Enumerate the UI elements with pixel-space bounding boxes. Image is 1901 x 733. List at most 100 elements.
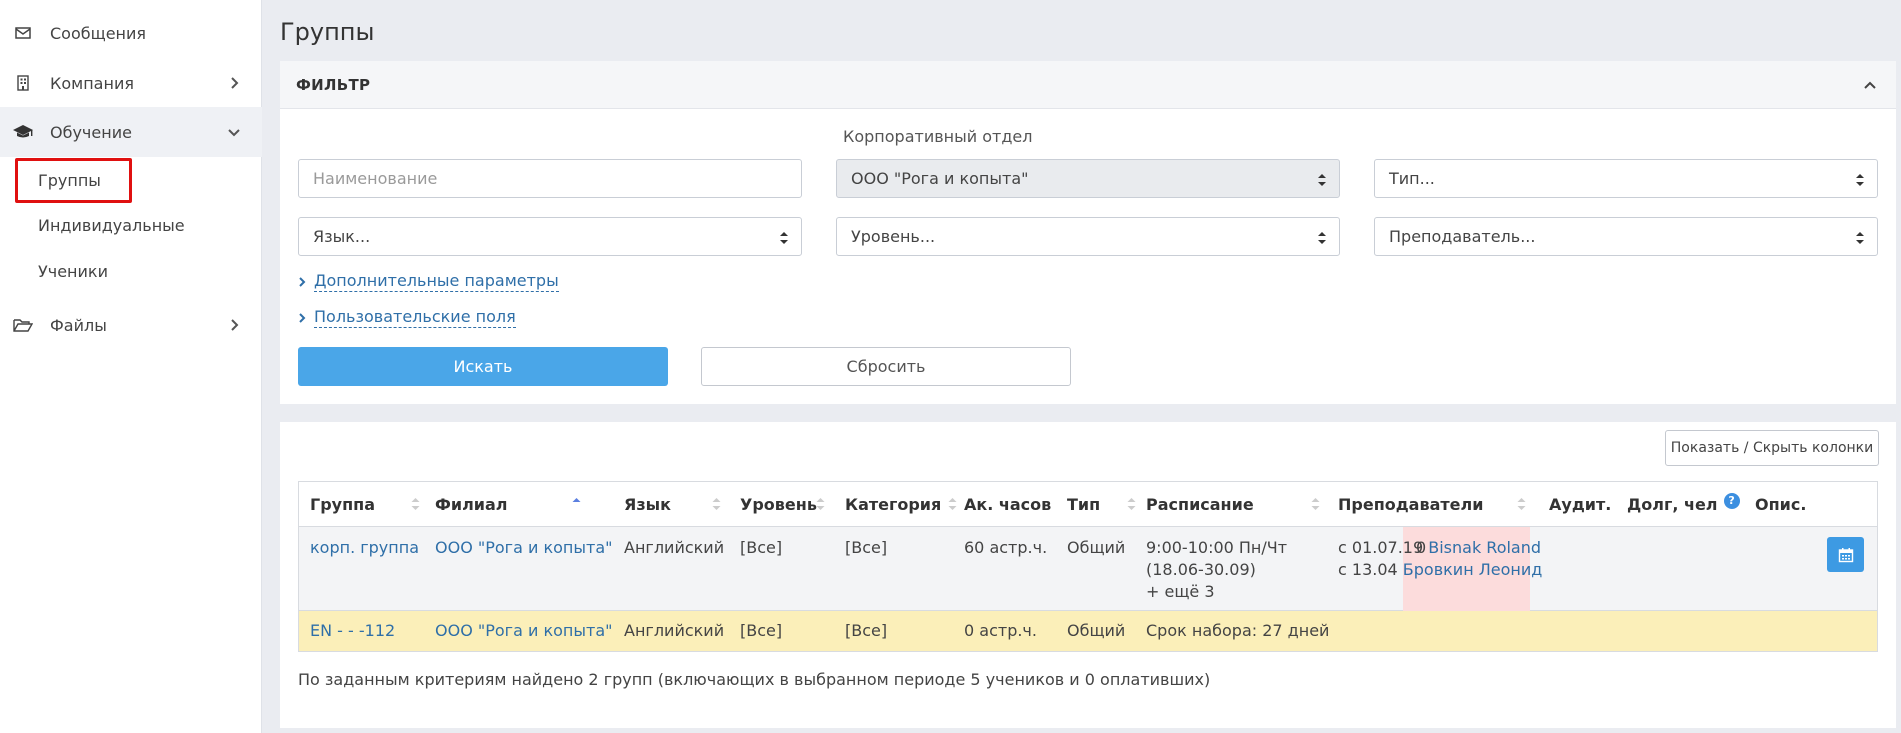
sidebar-item-label: Обучение bbox=[50, 122, 132, 142]
group-link[interactable]: корп. группа bbox=[310, 537, 419, 559]
sidebar-item-label: Компания bbox=[50, 73, 134, 93]
col-header-label: Группа bbox=[310, 495, 375, 514]
select-arrows-icon bbox=[1318, 174, 1326, 186]
dept-select[interactable]: ООО "Рога и копыта" bbox=[836, 159, 1340, 198]
table-header: Группа Филиал Язык Уровень Категория Ак.… bbox=[299, 482, 1877, 527]
language-cell: Английский bbox=[624, 538, 725, 557]
teacher-select[interactable]: Преподаватель... bbox=[1374, 217, 1878, 256]
branch-link[interactable]: ООО "Рога и копыта" bbox=[435, 620, 612, 642]
teacher-date: с 01.07.19 bbox=[1338, 538, 1424, 557]
col-header-label: Язык bbox=[624, 495, 671, 514]
col-header-label: Тип bbox=[1067, 495, 1101, 514]
sidebar-subitem-students[interactable]: Ученики bbox=[38, 262, 108, 281]
category-cell: [Все] bbox=[845, 621, 888, 640]
chevron-right-icon bbox=[231, 77, 239, 89]
group-link[interactable]: EN - - -112 bbox=[310, 620, 395, 642]
name-input[interactable] bbox=[298, 159, 802, 198]
folder-open-icon bbox=[12, 316, 34, 334]
sidebar-item-files[interactable]: Файлы bbox=[0, 300, 262, 350]
sidebar-item-messages[interactable]: Сообщения bbox=[0, 8, 262, 58]
col-header-group[interactable]: Группа bbox=[310, 482, 420, 527]
col-header-label: Категория bbox=[845, 495, 942, 514]
level-select-value: Уровень... bbox=[851, 227, 936, 246]
custom-fields-toggle[interactable]: Пользовательские поля bbox=[298, 307, 516, 328]
col-header-label: Филиал bbox=[435, 495, 508, 514]
chevron-right-icon bbox=[299, 276, 306, 287]
teachers-cell: с 01.07.19 Bisnak Roland с 13.04 Бровкин… bbox=[1338, 537, 1542, 581]
col-header-teachers[interactable]: Преподаватели bbox=[1338, 482, 1526, 527]
chevron-up-icon[interactable] bbox=[1862, 77, 1878, 93]
language-select[interactable]: Язык... bbox=[298, 217, 802, 256]
chevron-right-icon bbox=[231, 319, 239, 331]
sidebar-item-label: Сообщения bbox=[50, 23, 147, 43]
schedule-cell: Срок набора: 27 дней bbox=[1146, 621, 1330, 640]
building-icon bbox=[12, 74, 34, 92]
col-header-schedule[interactable]: Расписание bbox=[1146, 482, 1320, 527]
select-arrows-icon bbox=[1856, 232, 1864, 244]
filter-title: ФИЛЬТР bbox=[296, 75, 371, 94]
branch-link[interactable]: ООО "Рога и копыта" bbox=[435, 537, 612, 559]
col-header-description: Опис. bbox=[1755, 495, 1807, 514]
filter-header[interactable]: ФИЛЬТР bbox=[280, 61, 1896, 109]
col-header-hours: Ак. часов bbox=[964, 495, 1052, 514]
sort-icon bbox=[1517, 498, 1526, 510]
schedule-line: 9:00-10:00 Пн/Чт bbox=[1146, 538, 1288, 557]
schedule-cell: 9:00-10:00 Пн/Чт (18.06-30.09) + ещё 3 bbox=[1146, 537, 1287, 603]
sidebar-subitem-label: Группы bbox=[38, 171, 101, 190]
type-cell: Общий bbox=[1067, 621, 1126, 640]
sort-icon bbox=[712, 498, 721, 510]
col-header-level[interactable]: Уровень bbox=[740, 482, 825, 527]
type-cell: Общий bbox=[1067, 538, 1126, 557]
teacher-link[interactable]: Bisnak Roland bbox=[1428, 538, 1541, 557]
sidebar: Сообщения Компания Обучение Группы Индив… bbox=[0, 0, 262, 733]
table-row: EN - - -112 ООО "Рога и копыта" Английск… bbox=[299, 611, 1877, 651]
teacher-entry: с 01.07.19 Bisnak Roland bbox=[1338, 537, 1542, 559]
custom-fields-label: Пользовательские поля bbox=[314, 307, 516, 328]
debt-value: 0 bbox=[1416, 538, 1427, 557]
sidebar-item-label: Файлы bbox=[50, 315, 107, 335]
extra-params-label: Дополнительные параметры bbox=[314, 271, 559, 292]
search-button[interactable]: Искать bbox=[298, 347, 668, 386]
dept-label: Корпоративный отдел bbox=[843, 127, 1033, 146]
extra-params-toggle[interactable]: Дополнительные параметры bbox=[298, 271, 559, 292]
toggle-columns-button[interactable]: Показать / Скрыть колонки bbox=[1665, 430, 1879, 466]
sidebar-item-company[interactable]: Компания bbox=[0, 58, 262, 108]
col-header-type[interactable]: Тип bbox=[1067, 482, 1136, 527]
sort-asc-icon bbox=[572, 498, 581, 502]
type-select-value: Тип... bbox=[1389, 169, 1435, 188]
calendar-button[interactable] bbox=[1827, 537, 1864, 572]
type-select[interactable]: Тип... bbox=[1374, 159, 1878, 198]
level-cell: [Все] bbox=[740, 538, 783, 557]
col-header-branch[interactable]: Филиал bbox=[435, 482, 581, 527]
sort-icon bbox=[1311, 498, 1320, 510]
col-header-label: Преподаватели bbox=[1338, 495, 1484, 514]
col-header-label: Расписание bbox=[1146, 495, 1254, 514]
col-header-debt: Долг, чел ? bbox=[1627, 482, 1740, 527]
sidebar-subitem-label: Ученики bbox=[38, 262, 108, 281]
chevron-down-icon bbox=[228, 129, 240, 137]
help-icon[interactable]: ? bbox=[1723, 492, 1740, 509]
teacher-entry: с 13.04 Бровкин Леонид bbox=[1338, 559, 1542, 581]
calendar-icon bbox=[1838, 547, 1853, 562]
col-header-category[interactable]: Категория bbox=[845, 482, 957, 527]
sort-icon bbox=[948, 498, 957, 510]
sidebar-subitem-groups[interactable]: Группы bbox=[15, 158, 132, 203]
results-summary: По заданным критериям найдено 2 групп (в… bbox=[298, 670, 1211, 689]
schedule-line: (18.06-30.09) bbox=[1146, 560, 1256, 579]
col-header-label: Долг, чел bbox=[1627, 495, 1718, 514]
teacher-date: с 13.04 bbox=[1338, 560, 1398, 579]
hours-cell: 60 астр.ч. bbox=[964, 538, 1048, 557]
teacher-link[interactable]: Бровкин Леонид bbox=[1403, 560, 1543, 579]
sidebar-item-education[interactable]: Обучение bbox=[0, 107, 262, 157]
category-cell: [Все] bbox=[845, 538, 888, 557]
level-select[interactable]: Уровень... bbox=[836, 217, 1340, 256]
reset-button[interactable]: Сбросить bbox=[701, 347, 1071, 386]
sort-icon bbox=[816, 498, 825, 510]
col-header-language[interactable]: Язык bbox=[624, 482, 721, 527]
language-cell: Английский bbox=[624, 621, 725, 640]
teacher-select-value: Преподаватель... bbox=[1389, 227, 1536, 246]
select-arrows-icon bbox=[1318, 232, 1326, 244]
col-header-room: Аудит. bbox=[1549, 495, 1612, 514]
results-panel: Показать / Скрыть колонки Группа Филиал … bbox=[280, 422, 1896, 728]
sidebar-subitem-individual[interactable]: Индивидуальные bbox=[38, 216, 185, 235]
